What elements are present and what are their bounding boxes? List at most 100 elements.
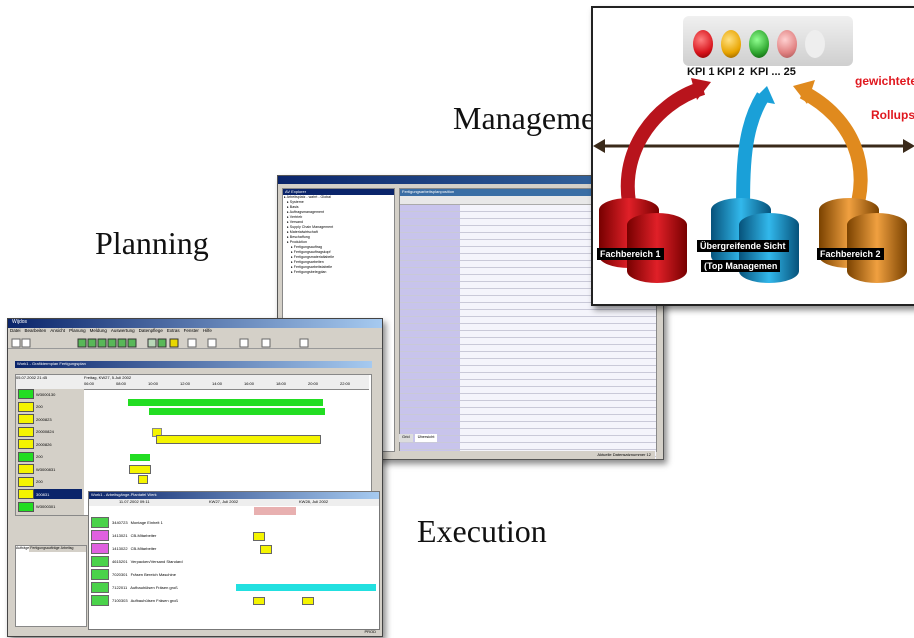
resource-row[interactable]: 3440723 Montage Einheit 1 xyxy=(91,516,163,528)
grid-row[interactable] xyxy=(400,408,656,415)
resource-label: CB-Mitarbeiter xyxy=(130,532,157,538)
grid-row[interactable] xyxy=(400,345,656,352)
menu-item[interactable]: Datei xyxy=(10,328,21,336)
order-status-icon xyxy=(18,451,34,462)
order-number: 200 xyxy=(36,454,43,459)
op-bar[interactable] xyxy=(302,597,314,605)
time-label: 08:00 xyxy=(116,381,127,386)
grid-row[interactable] xyxy=(400,443,656,450)
resource-row[interactable]: 7122011 Aufbauhülsen Fräsen groß xyxy=(91,581,178,593)
order-row[interactable]: 2000823 xyxy=(18,414,82,424)
gantt-date-cell: 05.07.2002 21:45 xyxy=(16,375,85,389)
execution-menubar: Datei Bearbeiten Ansicht Planung Meldung Ausw… xyxy=(8,328,382,336)
gantt-bar[interactable] xyxy=(149,408,325,415)
grid-row[interactable] xyxy=(400,401,656,408)
resource-icon xyxy=(91,594,109,606)
order-status-icon xyxy=(18,439,34,449)
order-row[interactable]: 20000824 xyxy=(18,426,82,437)
op-bar[interactable] xyxy=(253,532,265,541)
menu-item[interactable]: Extras xyxy=(167,328,180,336)
execution-status: PROD xyxy=(364,629,376,634)
tree-item[interactable]: ▸ Fertigungsbelegplan xyxy=(283,270,394,275)
resource-code: 7100303 xyxy=(112,597,128,603)
resource-label: Aufbauhülsen Fräsen groß xyxy=(130,584,178,590)
order-row[interactable]: 2000826 xyxy=(18,439,82,449)
time-label: 16:00 xyxy=(244,381,255,386)
gantt-bar[interactable] xyxy=(129,465,151,474)
resource-code: 3440723 xyxy=(112,519,128,525)
grid-row[interactable] xyxy=(400,324,656,331)
grid-row[interactable] xyxy=(400,415,656,422)
time-label: 06:00 xyxy=(84,381,95,386)
resource-code: 7122011 xyxy=(112,584,128,590)
department-1-label: Fachbereich 1 xyxy=(597,248,664,260)
op-bar[interactable] xyxy=(260,545,272,554)
menu-item[interactable]: Hilfe xyxy=(203,328,212,336)
grid-row[interactable] xyxy=(400,359,656,366)
tab-orders[interactable]: Aufträge xyxy=(16,546,30,552)
order-number: 20000824 xyxy=(36,429,54,434)
order-row[interactable]: W3000130 xyxy=(18,389,82,399)
operations-plan-window: Work1 - Arbeitsgänge-Plantafel Werk 11.0… xyxy=(88,491,380,630)
order-number: 200 xyxy=(36,479,43,484)
gantt-bar[interactable] xyxy=(156,435,321,444)
gantt-bar[interactable] xyxy=(130,454,150,461)
grid-row[interactable] xyxy=(400,352,656,359)
tab-operations[interactable]: Arbeitsg xyxy=(61,546,74,552)
tab-grid[interactable]: Grid xyxy=(399,434,413,442)
grid-row[interactable] xyxy=(400,317,656,324)
order-number: W3000130 xyxy=(36,391,56,397)
grid-row[interactable] xyxy=(400,310,656,317)
tab-production-orders[interactable]: Fertigungsaufträge xyxy=(30,546,59,552)
resource-row[interactable]: 4615201 Verpacken/Versand Standard xyxy=(91,555,183,567)
resource-label: Montage Einheit 1 xyxy=(130,519,163,525)
order-row[interactable]: 200 xyxy=(18,476,82,487)
orders-panel: Aufträge Fertigungsaufträge Arbeitsg xyxy=(15,545,87,627)
menu-item[interactable]: Meldung xyxy=(90,328,107,336)
order-row[interactable]: W3000831 xyxy=(18,464,82,474)
order-row[interactable]: 200 xyxy=(18,401,82,412)
order-row[interactable]: 300831 xyxy=(18,489,82,499)
resource-row[interactable]: 1413021 CB-Mitarbeiter xyxy=(91,529,156,541)
order-row[interactable]: 200 xyxy=(18,451,82,462)
menu-item[interactable]: Bearbeiten xyxy=(25,328,47,336)
tab-overview[interactable]: Übersicht xyxy=(414,434,438,442)
menu-item[interactable]: Datenpflege xyxy=(139,328,163,336)
order-status-icon xyxy=(18,414,34,424)
grid-row[interactable] xyxy=(400,380,656,387)
explorer-tree: ▸ Arbeitsplatz - wahrt - Global ▸ Systeme… xyxy=(283,195,394,275)
grid-row[interactable] xyxy=(400,387,656,394)
gantt-bar[interactable] xyxy=(128,399,323,406)
order-status-icon xyxy=(18,401,34,412)
menu-item[interactable]: Auswertung xyxy=(111,328,135,336)
time-label: 10:00 xyxy=(148,381,159,386)
op-bar[interactable] xyxy=(236,584,376,591)
order-row[interactable]: W3000301 xyxy=(18,501,82,512)
menu-item[interactable]: Planung xyxy=(69,328,86,336)
menu-item[interactable]: Ansicht xyxy=(50,328,65,336)
management-screenshot: KPI 1 KPI 2 KPI ... 25 gewichtete Rollup… xyxy=(591,6,914,306)
gantt-order-column: W3000130 200 2000823 20000824 2000826 200 W300… xyxy=(16,389,84,515)
resource-row[interactable]: 7100303 Aufbauhülsen Fräsen groß xyxy=(91,594,178,606)
menu-item[interactable]: Fenster xyxy=(184,328,199,336)
gantt-bar[interactable] xyxy=(138,475,148,484)
resource-label: Aufbauhülsen Fräsen groß xyxy=(130,597,178,603)
grid-row[interactable] xyxy=(400,422,656,429)
grid-row[interactable] xyxy=(400,366,656,373)
grid-row[interactable] xyxy=(400,373,656,380)
op-bar[interactable] xyxy=(253,597,265,605)
order-status-icon xyxy=(18,489,34,499)
gantt-time-row: 06:00 08:00 10:00 12:00 14:00 16:00 18:00 20:00… xyxy=(84,381,369,390)
gantt-date: 05.07.2002 21:45 xyxy=(16,375,48,380)
resource-icon xyxy=(91,516,109,528)
toolbar-icons[interactable] xyxy=(8,337,378,349)
grid-row[interactable] xyxy=(400,338,656,345)
execution-screenshot: Wijdos Datei Bearbeiten Ansicht Planung Meld… xyxy=(7,318,383,637)
grid-row[interactable] xyxy=(400,394,656,401)
resource-label: Verpacken/Versand Standard xyxy=(130,558,183,564)
grid-row[interactable] xyxy=(400,331,656,338)
resource-icon xyxy=(91,581,109,593)
resource-row[interactable]: 7020301 Fräsen Bereich Maschine xyxy=(91,568,176,580)
order-status-icon xyxy=(18,426,34,437)
resource-row[interactable]: 1413022 CB-Mitarbeiter xyxy=(91,542,156,554)
